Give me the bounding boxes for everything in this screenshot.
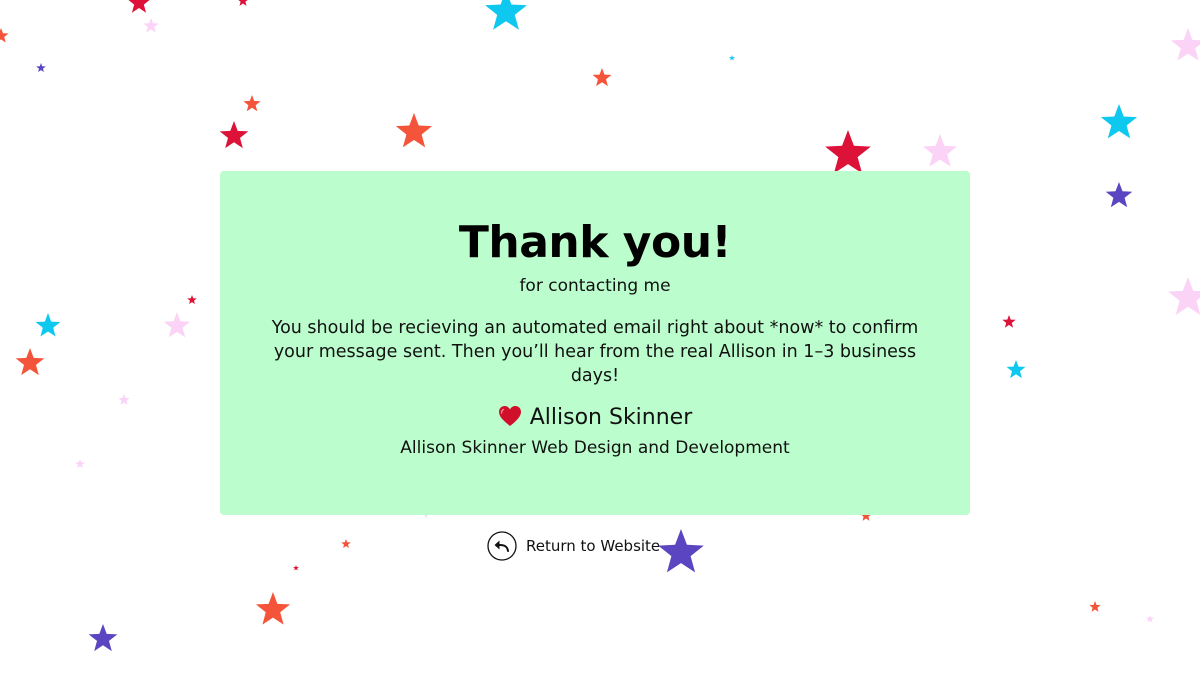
confetti-star-icon <box>187 295 197 304</box>
confetti-star-icon <box>35 313 61 337</box>
confetti-star-icon <box>1168 277 1200 315</box>
confetti-star-icon <box>1089 601 1101 612</box>
company-name: Allison Skinner Web Design and Developme… <box>400 438 790 458</box>
confetti-star-icon <box>1170 28 1200 61</box>
confetti-star-icon <box>143 18 159 33</box>
return-link-label: Return to Website <box>526 537 661 555</box>
confetti-star-icon <box>88 624 118 652</box>
heart-icon <box>498 406 521 426</box>
confetti-star-icon <box>293 565 299 571</box>
signature-name: Allison Skinner <box>529 405 693 430</box>
confetti-star-icon <box>485 0 527 30</box>
confetti-star-icon <box>118 394 130 405</box>
page-title: Thank you! <box>458 217 732 268</box>
confetti-star-icon <box>75 459 85 468</box>
confetti-star-icon <box>922 134 958 167</box>
signature: Allison Skinner <box>220 403 970 433</box>
confetti-star-icon <box>219 121 249 149</box>
confetti-star-icon <box>243 95 261 112</box>
confetti-star-icon <box>0 28 9 43</box>
thank-you-card: Thank you! for contacting me You should … <box>220 171 970 515</box>
confetti-star-icon <box>1100 104 1138 139</box>
confetti-star-icon <box>395 113 433 148</box>
confetti-star-icon <box>1006 360 1026 379</box>
confetti-star-icon <box>729 55 735 61</box>
confetti-star-icon <box>1105 182 1133 208</box>
subtitle: for contacting me <box>519 276 671 296</box>
confetti-star-icon <box>1146 615 1154 623</box>
back-arrow-icon <box>487 531 517 561</box>
confetti-star-icon <box>163 312 191 338</box>
confetti-star-icon <box>128 0 150 13</box>
confetti-star-icon <box>36 63 46 72</box>
return-to-website-link[interactable]: Return to Website <box>487 530 660 562</box>
confetti-star-icon <box>15 348 45 376</box>
confetti-star-icon <box>341 539 351 548</box>
confirmation-message: You should be recieving an automated ema… <box>271 318 919 386</box>
confetti-star-icon <box>825 130 871 174</box>
confetti-star-icon <box>255 592 291 625</box>
confetti-star-icon <box>1002 315 1016 328</box>
confetti-star-icon <box>238 0 248 6</box>
confetti-star-icon <box>592 68 612 87</box>
